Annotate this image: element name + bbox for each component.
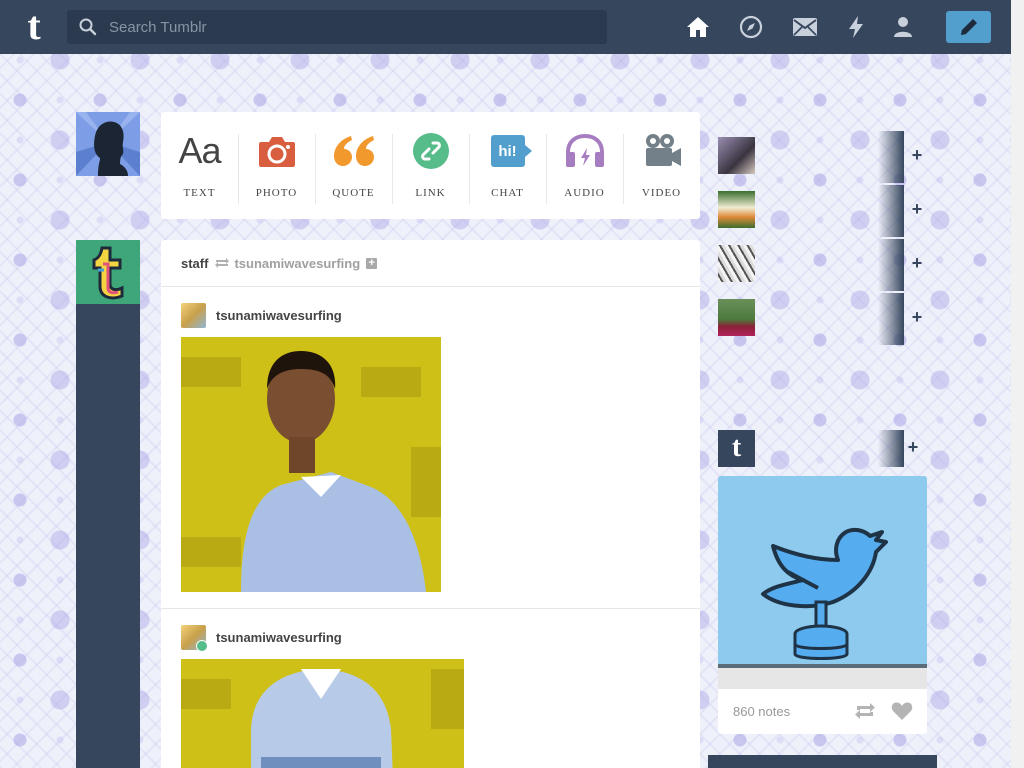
radar-image[interactable] — [718, 476, 927, 689]
recommended-blog-fade — [878, 239, 904, 291]
post-type-label: VIDEO — [641, 187, 682, 199]
post-author-name[interactable]: tsunamiwavesurfing — [216, 308, 342, 323]
photo-person-image — [181, 659, 464, 768]
post-type-selector: Aa TEXT PHOTO QUOTE LINK hi! CHAT AUDIO … — [161, 112, 700, 219]
source-blog-name[interactable]: tsunamiwavesurfing — [234, 256, 360, 271]
post-author-avatar[interactable] — [181, 624, 208, 652]
dashboard-post: staff tsunamiwavesurfing + tsunamiwavesu… — [161, 240, 700, 768]
recommended-blog-fade — [878, 293, 904, 345]
recommended-blog-avatar[interactable] — [718, 245, 755, 282]
recommended-blog-fade — [878, 131, 904, 183]
sidebar-bottom-bar — [708, 755, 937, 768]
notes-count[interactable]: 860 notes — [733, 704, 790, 719]
post-type-text[interactable]: Aa TEXT — [161, 112, 238, 219]
link-icon — [412, 133, 449, 169]
radar-header: t + — [718, 430, 928, 467]
camera-icon — [258, 137, 295, 167]
post-type-label: LINK — [415, 187, 446, 199]
user-avatar[interactable] — [76, 112, 140, 176]
video-camera-icon — [645, 134, 681, 166]
reblog-badge-icon — [196, 639, 208, 652]
tumblr-t-colorful-icon — [92, 246, 124, 300]
photo-person-image — [181, 337, 441, 592]
top-navigation-bar: t — [0, 0, 1011, 54]
compose-button[interactable] — [946, 11, 991, 43]
post-author-name[interactable]: tsunamiwavesurfing — [216, 630, 342, 645]
pencil-icon — [960, 19, 977, 35]
post-type-quote[interactable]: QUOTE — [315, 112, 392, 219]
follow-plus-icon[interactable]: + — [366, 257, 378, 269]
reblog-header: staff tsunamiwavesurfing + — [161, 240, 700, 287]
post-type-label: QUOTE — [332, 187, 375, 199]
post-type-label: TEXT — [183, 187, 216, 199]
post-item: tsunamiwavesurfing — [161, 609, 700, 768]
explore-icon[interactable] — [737, 13, 765, 41]
recommended-blog-avatar[interactable] — [718, 137, 755, 174]
follow-plus-icon[interactable]: + — [910, 199, 924, 219]
recommended-blog-2[interactable]: + — [718, 185, 922, 237]
radar-header-fade — [878, 430, 904, 467]
search-box[interactable] — [67, 10, 607, 44]
follow-plus-icon[interactable]: + — [910, 307, 924, 327]
chat-hi-text: hi! — [498, 142, 517, 160]
post-photo[interactable] — [181, 337, 441, 592]
radar-footer: 860 notes — [718, 689, 927, 734]
recommended-blog-3[interactable]: + — [718, 239, 922, 291]
post-photo[interactable] — [181, 659, 464, 768]
post-blog-avatar-column — [76, 240, 140, 768]
follow-plus-icon[interactable]: + — [910, 253, 924, 273]
post-type-link[interactable]: LINK — [392, 112, 469, 219]
post-type-label: CHAT — [491, 187, 524, 199]
recommended-blog-fade — [878, 185, 904, 237]
recommended-blog-avatar[interactable] — [718, 299, 755, 336]
post-type-label: AUDIO — [564, 187, 605, 199]
recommended-blog-4[interactable]: + — [718, 293, 922, 345]
search-icon — [79, 18, 97, 36]
radar-blog-avatar[interactable]: t — [718, 430, 755, 467]
reblog-icon[interactable] — [854, 702, 876, 720]
account-icon[interactable] — [889, 13, 917, 41]
radar-post: 860 notes — [718, 476, 927, 734]
twitter-bird-trophy-image — [718, 476, 927, 689]
text-aa-icon: Aa — [178, 130, 221, 171]
follow-plus-icon[interactable]: + — [910, 145, 924, 165]
page-scrollbar[interactable] — [1011, 0, 1024, 768]
post-author-avatar[interactable] — [181, 302, 206, 328]
quote-icon — [333, 136, 374, 166]
post-type-chat[interactable]: hi! CHAT — [469, 112, 546, 219]
reblog-icon — [215, 258, 230, 268]
heart-icon[interactable] — [891, 701, 913, 721]
post-type-audio[interactable]: AUDIO — [546, 112, 623, 219]
post-type-label: PHOTO — [255, 187, 298, 199]
silhouette-avatar-icon — [76, 112, 140, 176]
staff-avatar[interactable] — [76, 240, 140, 304]
recommended-blog-avatar[interactable] — [718, 191, 755, 228]
tumblr-logo[interactable]: t — [14, 6, 54, 47]
home-icon[interactable] — [684, 13, 712, 41]
search-input[interactable] — [107, 17, 607, 37]
post-item: tsunamiwavesurfing — [161, 287, 700, 609]
chat-bubble-icon: hi! — [490, 135, 532, 167]
activity-icon[interactable] — [842, 13, 870, 41]
reblog-source: tsunamiwavesurfing + — [214, 256, 378, 271]
post-type-video[interactable]: VIDEO — [623, 112, 700, 219]
post-type-photo[interactable]: PHOTO — [238, 112, 315, 219]
follow-plus-icon[interactable]: + — [906, 437, 920, 457]
recommended-blog-1[interactable]: + — [718, 131, 922, 183]
reblogger-name[interactable]: staff — [181, 256, 208, 271]
inbox-icon[interactable] — [791, 13, 819, 41]
headphones-icon — [565, 134, 604, 167]
